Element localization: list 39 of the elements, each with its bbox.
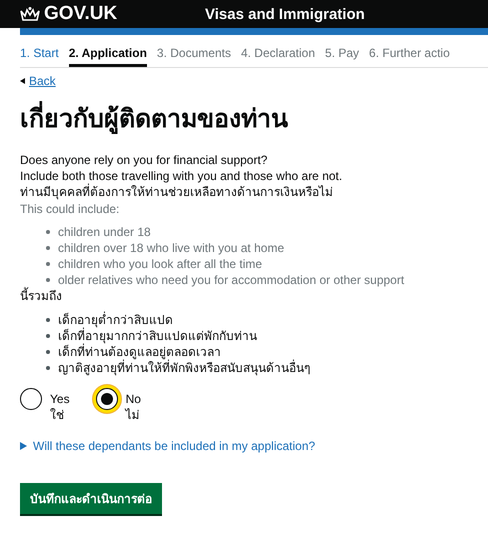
bullet-icon (46, 230, 50, 234)
bullet-icon (46, 278, 50, 282)
question-text: Include both those travelling with you and those who are not. (20, 168, 344, 184)
bullet-icon (46, 366, 50, 370)
list-item: older relatives who need you for accommodation or other support (58, 272, 404, 287)
crown-icon (20, 6, 40, 22)
step-tab[interactable]: 3. Documents (156, 44, 231, 67)
details-summary-link[interactable]: Will these dependants be included in my application? (33, 439, 316, 453)
bullet-icon (46, 246, 50, 250)
radio-button[interactable] (20, 388, 42, 410)
radio-label: No (126, 391, 141, 407)
back-arrow-icon (20, 78, 25, 84)
question-text: ท่านมีบุคคลที่ต้องการให้ท่านช่วยเหลือทางด้านการเงินหรือไม่ (20, 184, 334, 200)
step-tab[interactable]: 4. Declaration (240, 44, 316, 67)
question-text: Does anyone rely on you for financial support? (20, 152, 268, 168)
step-tab[interactable]: 5. Pay (325, 44, 360, 67)
radio-label: ไม่ (126, 407, 141, 423)
list-item: children who you look after all the time (58, 256, 262, 272)
list-item: เด็กอายุต่ำกว่าสิบแปด (58, 312, 173, 328)
save-continue-button[interactable]: บันทึกและดำเนินการต่อ (20, 483, 162, 514)
hint-text: นี้รวมถึง (20, 288, 63, 304)
list-item: children over 18 who live with you at home (58, 240, 284, 256)
bullet-icon (46, 334, 50, 338)
service-name[interactable]: Visas and Immigration (205, 6, 365, 22)
bullet-icon (46, 318, 50, 322)
list-item: ญาติสูงอายุที่ท่านให้ที่พักพิงหรือสนับสนุนด้านอื่นๆ (58, 360, 310, 376)
bullet-icon (46, 262, 50, 266)
radio-label: Yes (50, 391, 70, 407)
govuk-logo[interactable]: GOV.UK (44, 3, 118, 25)
list-item: เด็กที่ท่านต้องดูแลอยู่ตลอดเวลา (58, 344, 221, 360)
step-tab[interactable]: 6. Further actio (369, 44, 450, 67)
back-link[interactable]: Back (29, 74, 56, 88)
radio-label: ใช่ (50, 407, 65, 423)
step-tab[interactable]: 1. Start (20, 44, 59, 67)
bullet-icon (46, 350, 50, 354)
list-item: children under 18 (58, 224, 151, 240)
hint-text: This could include: (20, 202, 120, 216)
list-item: เด็กที่อายุมากกว่าสิบแปดแต่พักกับท่าน (58, 328, 257, 344)
step-tab[interactable]: 2. Application (68, 44, 147, 67)
